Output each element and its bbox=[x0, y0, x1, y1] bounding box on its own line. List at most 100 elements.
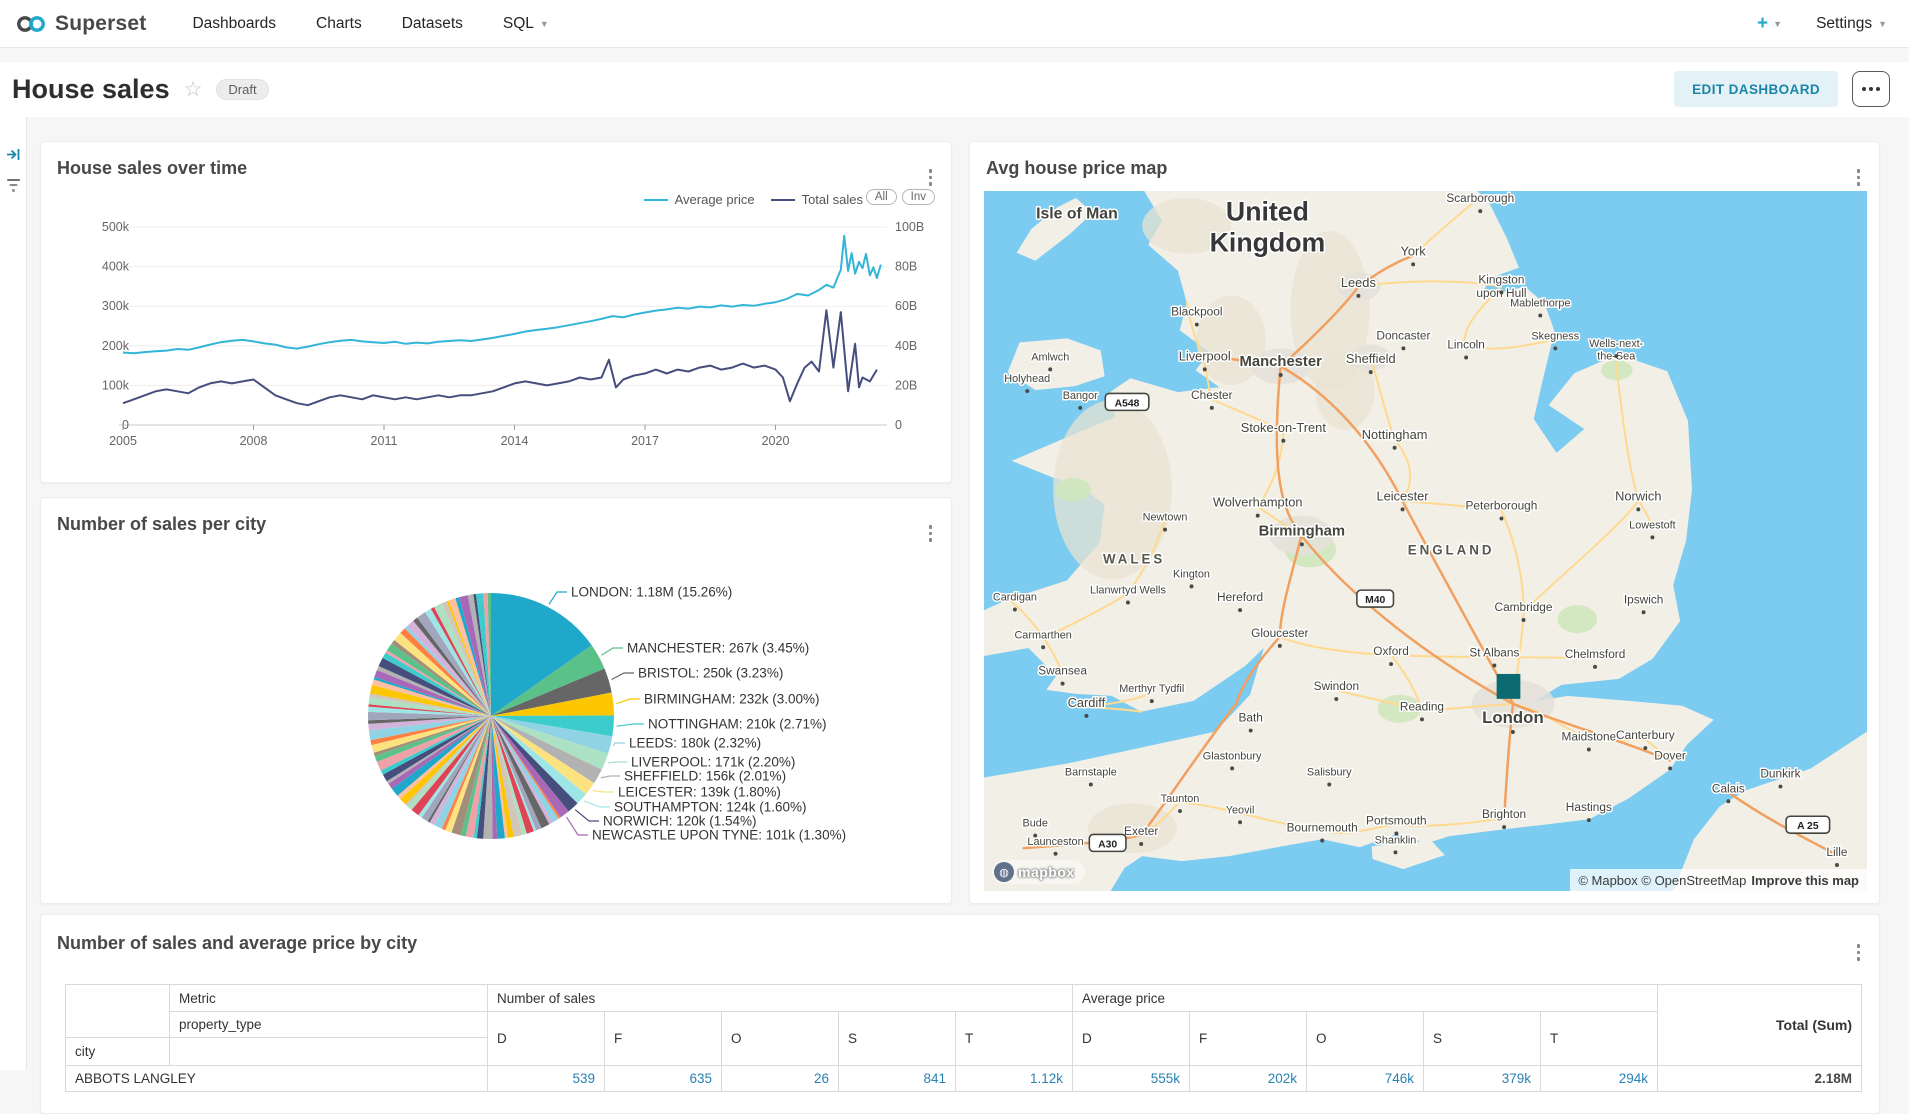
map-label: London bbox=[1482, 708, 1544, 727]
new-item-button[interactable]: + ▼ bbox=[1757, 13, 1782, 35]
map-label: Chelmsford bbox=[1565, 647, 1626, 661]
group-header: Number of sales bbox=[488, 985, 1073, 1012]
map-label: Mablethorpe bbox=[1510, 297, 1570, 309]
mapbox-logo[interactable]: ◍ mapbox bbox=[992, 860, 1085, 884]
nav-item-charts[interactable]: Charts bbox=[296, 15, 382, 33]
property-type-header: property_type bbox=[170, 1012, 488, 1038]
dashboard-more-button[interactable] bbox=[1852, 71, 1890, 107]
pie-label: NORWICH: 120k (1.54%) bbox=[603, 814, 757, 829]
group-header: Average price bbox=[1073, 985, 1658, 1012]
map-label: Portsmouth bbox=[1366, 813, 1427, 827]
pie-label: NEWCASTLE UPON TYNE: 101k (1.30%) bbox=[592, 828, 846, 843]
settings-menu[interactable]: Settings ▼ bbox=[1816, 15, 1887, 33]
map-label: Holyhead bbox=[1004, 373, 1050, 385]
chart-title: Avg house price map bbox=[986, 158, 1167, 179]
col-header[interactable]: D bbox=[488, 1012, 605, 1066]
map-label: Brighton bbox=[1482, 807, 1526, 821]
map-label: Merthyr Tydfil bbox=[1119, 683, 1184, 695]
col-header[interactable]: O bbox=[1307, 1012, 1424, 1066]
col-header[interactable]: F bbox=[1190, 1012, 1307, 1066]
value-cell[interactable]: 555k bbox=[1073, 1066, 1190, 1092]
superset-logo[interactable]: Superset bbox=[16, 12, 146, 36]
map-label: Doncaster bbox=[1376, 328, 1430, 342]
map-label: Leeds bbox=[1341, 275, 1376, 290]
nav-item-dashboards[interactable]: Dashboards bbox=[172, 15, 296, 33]
value-cell[interactable]: 294k bbox=[1541, 1066, 1658, 1092]
map-label: Shanklin bbox=[1375, 834, 1417, 846]
chart-menu-kebab-icon[interactable] bbox=[1854, 941, 1864, 964]
pie-label: MANCHESTER: 267k (3.45%) bbox=[627, 641, 809, 656]
mapbox-wordmark: mapbox bbox=[1018, 864, 1075, 880]
map-label: Barnstaple bbox=[1065, 766, 1117, 778]
nav-item-datasets[interactable]: Datasets bbox=[382, 15, 483, 33]
series-total-sales bbox=[123, 310, 877, 405]
value-cell[interactable]: 539 bbox=[488, 1066, 605, 1092]
map-label: Exeter bbox=[1124, 824, 1158, 838]
line-chart-plot[interactable]: 00100k20B200k40B300k60B400k80B500k100B20… bbox=[41, 142, 953, 472]
map-label: Kingston bbox=[1478, 272, 1524, 286]
map-label: Chester bbox=[1191, 388, 1233, 402]
map-label: Dunkirk bbox=[1760, 767, 1800, 781]
map-marker-london[interactable] bbox=[1497, 674, 1521, 699]
svg-text:A548: A548 bbox=[1115, 398, 1140, 409]
value-cell[interactable]: 1.12k bbox=[956, 1066, 1073, 1092]
city-header[interactable]: city bbox=[66, 1038, 170, 1066]
map-label: Hereford bbox=[1217, 590, 1263, 604]
map-label: Bath bbox=[1238, 711, 1262, 725]
map-label: Leicester bbox=[1377, 488, 1430, 503]
map-label: Scarborough bbox=[1446, 191, 1514, 205]
map-label: Skegness bbox=[1531, 330, 1579, 342]
mapbox-logo-icon: ◍ bbox=[994, 862, 1014, 882]
filter-bar-collapsed bbox=[0, 117, 27, 1070]
chart-menu-kebab-icon[interactable] bbox=[1854, 166, 1864, 189]
col-header[interactable]: S bbox=[1424, 1012, 1541, 1066]
map-label: Yeovil bbox=[1226, 804, 1255, 816]
value-cell[interactable]: 26 bbox=[722, 1066, 839, 1092]
pie-chart-plot[interactable]: LONDON: 1.18M (15.26%)MANCHESTER: 267k (… bbox=[41, 498, 953, 905]
value-cell[interactable]: 746k bbox=[1307, 1066, 1424, 1092]
svg-text:0: 0 bbox=[895, 418, 902, 432]
dashboard-header: House sales ☆ Draft EDIT DASHBOARD bbox=[0, 62, 1909, 117]
expand-filter-bar-icon[interactable] bbox=[6, 147, 21, 162]
svg-text:80B: 80B bbox=[895, 260, 917, 274]
col-header[interactable]: T bbox=[1541, 1012, 1658, 1066]
settings-label: Settings bbox=[1816, 15, 1872, 33]
pie-label: NOTTINGHAM: 210k (2.71%) bbox=[648, 717, 827, 732]
edit-dashboard-button[interactable]: EDIT DASHBOARD bbox=[1674, 71, 1838, 107]
map-label: Canterbury bbox=[1616, 728, 1675, 742]
svg-text:400k: 400k bbox=[102, 260, 130, 274]
col-header[interactable]: O bbox=[722, 1012, 839, 1066]
favorite-star-icon[interactable]: ☆ bbox=[184, 77, 203, 102]
map-label: St Albans bbox=[1469, 645, 1519, 659]
svg-text:2005: 2005 bbox=[109, 434, 137, 448]
svg-text:2008: 2008 bbox=[240, 434, 268, 448]
svg-text:2017: 2017 bbox=[631, 434, 659, 448]
map-label: York bbox=[1401, 243, 1427, 258]
map-label: Norwich bbox=[1615, 488, 1661, 503]
chart-card-number-of-sales-per-city: Number of sales per city LONDON: 1.18M (… bbox=[40, 497, 952, 904]
pivot-table: MetricNumber of salesAverage priceTotal … bbox=[65, 984, 1862, 1092]
value-cell[interactable]: 202k bbox=[1190, 1066, 1307, 1092]
map-label: Hastings bbox=[1566, 800, 1612, 814]
col-header[interactable]: F bbox=[605, 1012, 722, 1066]
col-header[interactable]: D bbox=[1073, 1012, 1190, 1066]
map-label: Wolverhampton bbox=[1213, 495, 1303, 510]
map-label: Carmarthen bbox=[1014, 629, 1071, 641]
filter-icon[interactable] bbox=[6, 177, 21, 194]
col-header[interactable]: T bbox=[956, 1012, 1073, 1066]
map-label: Llanwrtyd Wells bbox=[1090, 584, 1166, 596]
improve-map-link[interactable]: Improve this map bbox=[1751, 873, 1859, 888]
attribution-text[interactable]: © Mapbox © OpenStreetMap bbox=[1578, 873, 1746, 888]
map-label: Swansea bbox=[1038, 664, 1087, 678]
mapbox-map[interactable]: UnitedKingdomIsle of ManENGLANDWALESScar… bbox=[984, 191, 1867, 891]
map-label: Bude bbox=[1023, 818, 1048, 830]
svg-text:2014: 2014 bbox=[501, 434, 529, 448]
value-cell[interactable]: 379k bbox=[1424, 1066, 1541, 1092]
value-cell[interactable]: 635 bbox=[605, 1066, 722, 1092]
map-label: Oxford bbox=[1373, 644, 1409, 658]
col-header[interactable]: S bbox=[839, 1012, 956, 1066]
svg-text:100B: 100B bbox=[895, 220, 924, 234]
top-navbar: Superset DashboardsChartsDatasetsSQL▼ + … bbox=[0, 0, 1909, 48]
value-cell[interactable]: 841 bbox=[839, 1066, 956, 1092]
nav-item-sql[interactable]: SQL▼ bbox=[483, 15, 569, 33]
